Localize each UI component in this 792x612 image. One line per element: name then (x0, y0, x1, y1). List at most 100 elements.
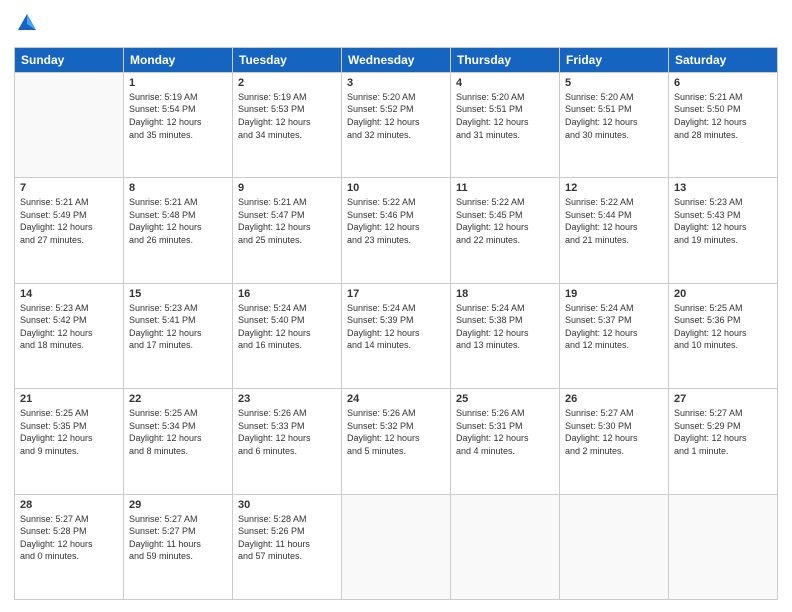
day-info: Sunrise: 5:26 AM Sunset: 5:32 PM Dayligh… (347, 407, 445, 457)
day-info: Sunrise: 5:20 AM Sunset: 5:52 PM Dayligh… (347, 91, 445, 141)
day-info: Sunrise: 5:19 AM Sunset: 5:54 PM Dayligh… (129, 91, 227, 141)
calendar-cell: 16Sunrise: 5:24 AM Sunset: 5:40 PM Dayli… (233, 283, 342, 388)
day-number: 6 (674, 77, 772, 89)
calendar-cell: 29 Sunrise: 5:27 AM Sunset: 5:27 PM Dayli… (124, 494, 233, 599)
calendar-cell: 3 Sunrise: 5:20 AM Sunset: 5:52 PM Daylig… (342, 72, 451, 177)
day-info: Sunrise: 5:25 AM Sunset: 5:35 PM Dayligh… (20, 407, 118, 457)
day-info: Sunrise: 5:24 AM Sunset: 5:37 PM Dayligh… (565, 302, 663, 352)
weekday-header-thursday: Thursday (451, 47, 560, 72)
week-row-3: 14 Sunrise: 5:23 AM Sunset: 5:42 PM Dayli… (15, 283, 778, 388)
day-info: Sunrise: 5:21 AM Sunset: 5:48 PM Dayligh… (129, 196, 227, 246)
day-info: Sunrise: 5:21 AM Sunset: 5:49 PM Dayligh… (20, 196, 118, 246)
day-info: Sunrise: 5:24 AM Sunset: 5:39 PM Dayligh… (347, 302, 445, 352)
day-info: Sunrise: 5:22 AM Sunset: 5:45 PM Dayligh… (456, 196, 554, 246)
calendar-cell: 9Sunrise: 5:21 AM Sunset: 5:47 PM Daylig… (233, 178, 342, 283)
calendar-cell (15, 72, 124, 177)
day-info: Sunrise: 5:21 AM Sunset: 5:50 PM Dayligh… (674, 91, 772, 141)
day-number: 11 (456, 182, 554, 194)
day-number: 12 (565, 182, 663, 194)
calendar-cell: 17 Sunrise: 5:24 AM Sunset: 5:39 PM Dayli… (342, 283, 451, 388)
calendar-cell: 8 Sunrise: 5:21 AM Sunset: 5:48 PM Daylig… (124, 178, 233, 283)
day-number: 2 (238, 77, 336, 89)
calendar-cell: 2Sunrise: 5:19 AM Sunset: 5:53 PM Daylig… (233, 72, 342, 177)
day-info: Sunrise: 5:27 AM Sunset: 5:27 PM Dayligh… (129, 513, 227, 563)
day-number: 26 (565, 393, 663, 405)
calendar-cell: 23Sunrise: 5:26 AM Sunset: 5:33 PM Dayli… (233, 389, 342, 494)
calendar-cell: 24 Sunrise: 5:26 AM Sunset: 5:32 PM Dayli… (342, 389, 451, 494)
day-info: Sunrise: 5:22 AM Sunset: 5:46 PM Dayligh… (347, 196, 445, 246)
day-info: Sunrise: 5:20 AM Sunset: 5:51 PM Dayligh… (456, 91, 554, 141)
weekday-header-tuesday: Tuesday (233, 47, 342, 72)
week-row-2: 7 Sunrise: 5:21 AM Sunset: 5:49 PM Daylig… (15, 178, 778, 283)
logo-icon (16, 12, 38, 34)
day-info: Sunrise: 5:20 AM Sunset: 5:51 PM Dayligh… (565, 91, 663, 141)
calendar-cell (451, 494, 560, 599)
day-number: 24 (347, 393, 445, 405)
day-info: Sunrise: 5:24 AM Sunset: 5:38 PM Dayligh… (456, 302, 554, 352)
day-info: Sunrise: 5:22 AM Sunset: 5:44 PM Dayligh… (565, 196, 663, 246)
day-number: 3 (347, 77, 445, 89)
calendar-cell (560, 494, 669, 599)
day-info: Sunrise: 5:25 AM Sunset: 5:34 PM Dayligh… (129, 407, 227, 457)
calendar-cell: 30 Sunrise: 5:28 AM Sunset: 5:26 PM Dayli… (233, 494, 342, 599)
day-number: 13 (674, 182, 772, 194)
day-info: Sunrise: 5:26 AM Sunset: 5:31 PM Dayligh… (456, 407, 554, 457)
day-info: Sunrise: 5:23 AM Sunset: 5:43 PM Dayligh… (674, 196, 772, 246)
weekday-header-monday: Monday (124, 47, 233, 72)
week-row-1: 1Sunrise: 5:19 AM Sunset: 5:54 PM Daylig… (15, 72, 778, 177)
calendar-cell: 18 Sunrise: 5:24 AM Sunset: 5:38 PM Dayli… (451, 283, 560, 388)
day-number: 7 (20, 182, 118, 194)
day-number: 8 (129, 182, 227, 194)
day-number: 10 (347, 182, 445, 194)
calendar-cell: 27 Sunrise: 5:27 AM Sunset: 5:29 PM Dayli… (669, 389, 778, 494)
day-info: Sunrise: 5:23 AM Sunset: 5:41 PM Dayligh… (129, 302, 227, 352)
day-number: 21 (20, 393, 118, 405)
logo (14, 12, 38, 39)
day-number: 30 (238, 499, 336, 511)
day-number: 22 (129, 393, 227, 405)
day-info: Sunrise: 5:27 AM Sunset: 5:29 PM Dayligh… (674, 407, 772, 457)
weekday-header-saturday: Saturday (669, 47, 778, 72)
calendar-cell: 15 Sunrise: 5:23 AM Sunset: 5:41 PM Dayli… (124, 283, 233, 388)
calendar-cell: 25 Sunrise: 5:26 AM Sunset: 5:31 PM Dayli… (451, 389, 560, 494)
day-info: Sunrise: 5:26 AM Sunset: 5:33 PM Dayligh… (238, 407, 336, 457)
day-number: 20 (674, 288, 772, 300)
day-number: 16 (238, 288, 336, 300)
day-info: Sunrise: 5:27 AM Sunset: 5:30 PM Dayligh… (565, 407, 663, 457)
day-number: 25 (456, 393, 554, 405)
calendar-cell: 12 Sunrise: 5:22 AM Sunset: 5:44 PM Dayli… (560, 178, 669, 283)
weekday-header-sunday: Sunday (15, 47, 124, 72)
calendar-cell: 1Sunrise: 5:19 AM Sunset: 5:54 PM Daylig… (124, 72, 233, 177)
day-info: Sunrise: 5:23 AM Sunset: 5:42 PM Dayligh… (20, 302, 118, 352)
day-number: 14 (20, 288, 118, 300)
calendar-cell: 26 Sunrise: 5:27 AM Sunset: 5:30 PM Dayli… (560, 389, 669, 494)
calendar-cell: 19 Sunrise: 5:24 AM Sunset: 5:37 PM Dayli… (560, 283, 669, 388)
day-number: 28 (20, 499, 118, 511)
calendar-cell: 6 Sunrise: 5:21 AM Sunset: 5:50 PM Daylig… (669, 72, 778, 177)
calendar-cell: 7 Sunrise: 5:21 AM Sunset: 5:49 PM Daylig… (15, 178, 124, 283)
calendar-table: SundayMondayTuesdayWednesdayThursdayFrid… (14, 47, 778, 600)
calendar-cell: 20Sunrise: 5:25 AM Sunset: 5:36 PM Dayli… (669, 283, 778, 388)
calendar-cell: 14 Sunrise: 5:23 AM Sunset: 5:42 PM Dayli… (15, 283, 124, 388)
weekday-header-row: SundayMondayTuesdayWednesdayThursdayFrid… (15, 47, 778, 72)
day-number: 27 (674, 393, 772, 405)
calendar-cell: 5Sunrise: 5:20 AM Sunset: 5:51 PM Daylig… (560, 72, 669, 177)
calendar-cell: 21 Sunrise: 5:25 AM Sunset: 5:35 PM Dayli… (15, 389, 124, 494)
calendar-cell: 4 Sunrise: 5:20 AM Sunset: 5:51 PM Daylig… (451, 72, 560, 177)
day-number: 18 (456, 288, 554, 300)
calendar-cell: 11 Sunrise: 5:22 AM Sunset: 5:45 PM Dayli… (451, 178, 560, 283)
week-row-4: 21 Sunrise: 5:25 AM Sunset: 5:35 PM Dayli… (15, 389, 778, 494)
day-info: Sunrise: 5:21 AM Sunset: 5:47 PM Dayligh… (238, 196, 336, 246)
page: SundayMondayTuesdayWednesdayThursdayFrid… (0, 0, 792, 612)
day-info: Sunrise: 5:28 AM Sunset: 5:26 PM Dayligh… (238, 513, 336, 563)
weekday-header-wednesday: Wednesday (342, 47, 451, 72)
day-number: 29 (129, 499, 227, 511)
calendar-cell: 22 Sunrise: 5:25 AM Sunset: 5:34 PM Dayli… (124, 389, 233, 494)
calendar-cell: 10 Sunrise: 5:22 AM Sunset: 5:46 PM Dayli… (342, 178, 451, 283)
day-number: 19 (565, 288, 663, 300)
day-number: 4 (456, 77, 554, 89)
day-number: 17 (347, 288, 445, 300)
calendar-cell: 13 Sunrise: 5:23 AM Sunset: 5:43 PM Dayli… (669, 178, 778, 283)
calendar-cell: 28Sunrise: 5:27 AM Sunset: 5:28 PM Dayli… (15, 494, 124, 599)
day-number: 15 (129, 288, 227, 300)
